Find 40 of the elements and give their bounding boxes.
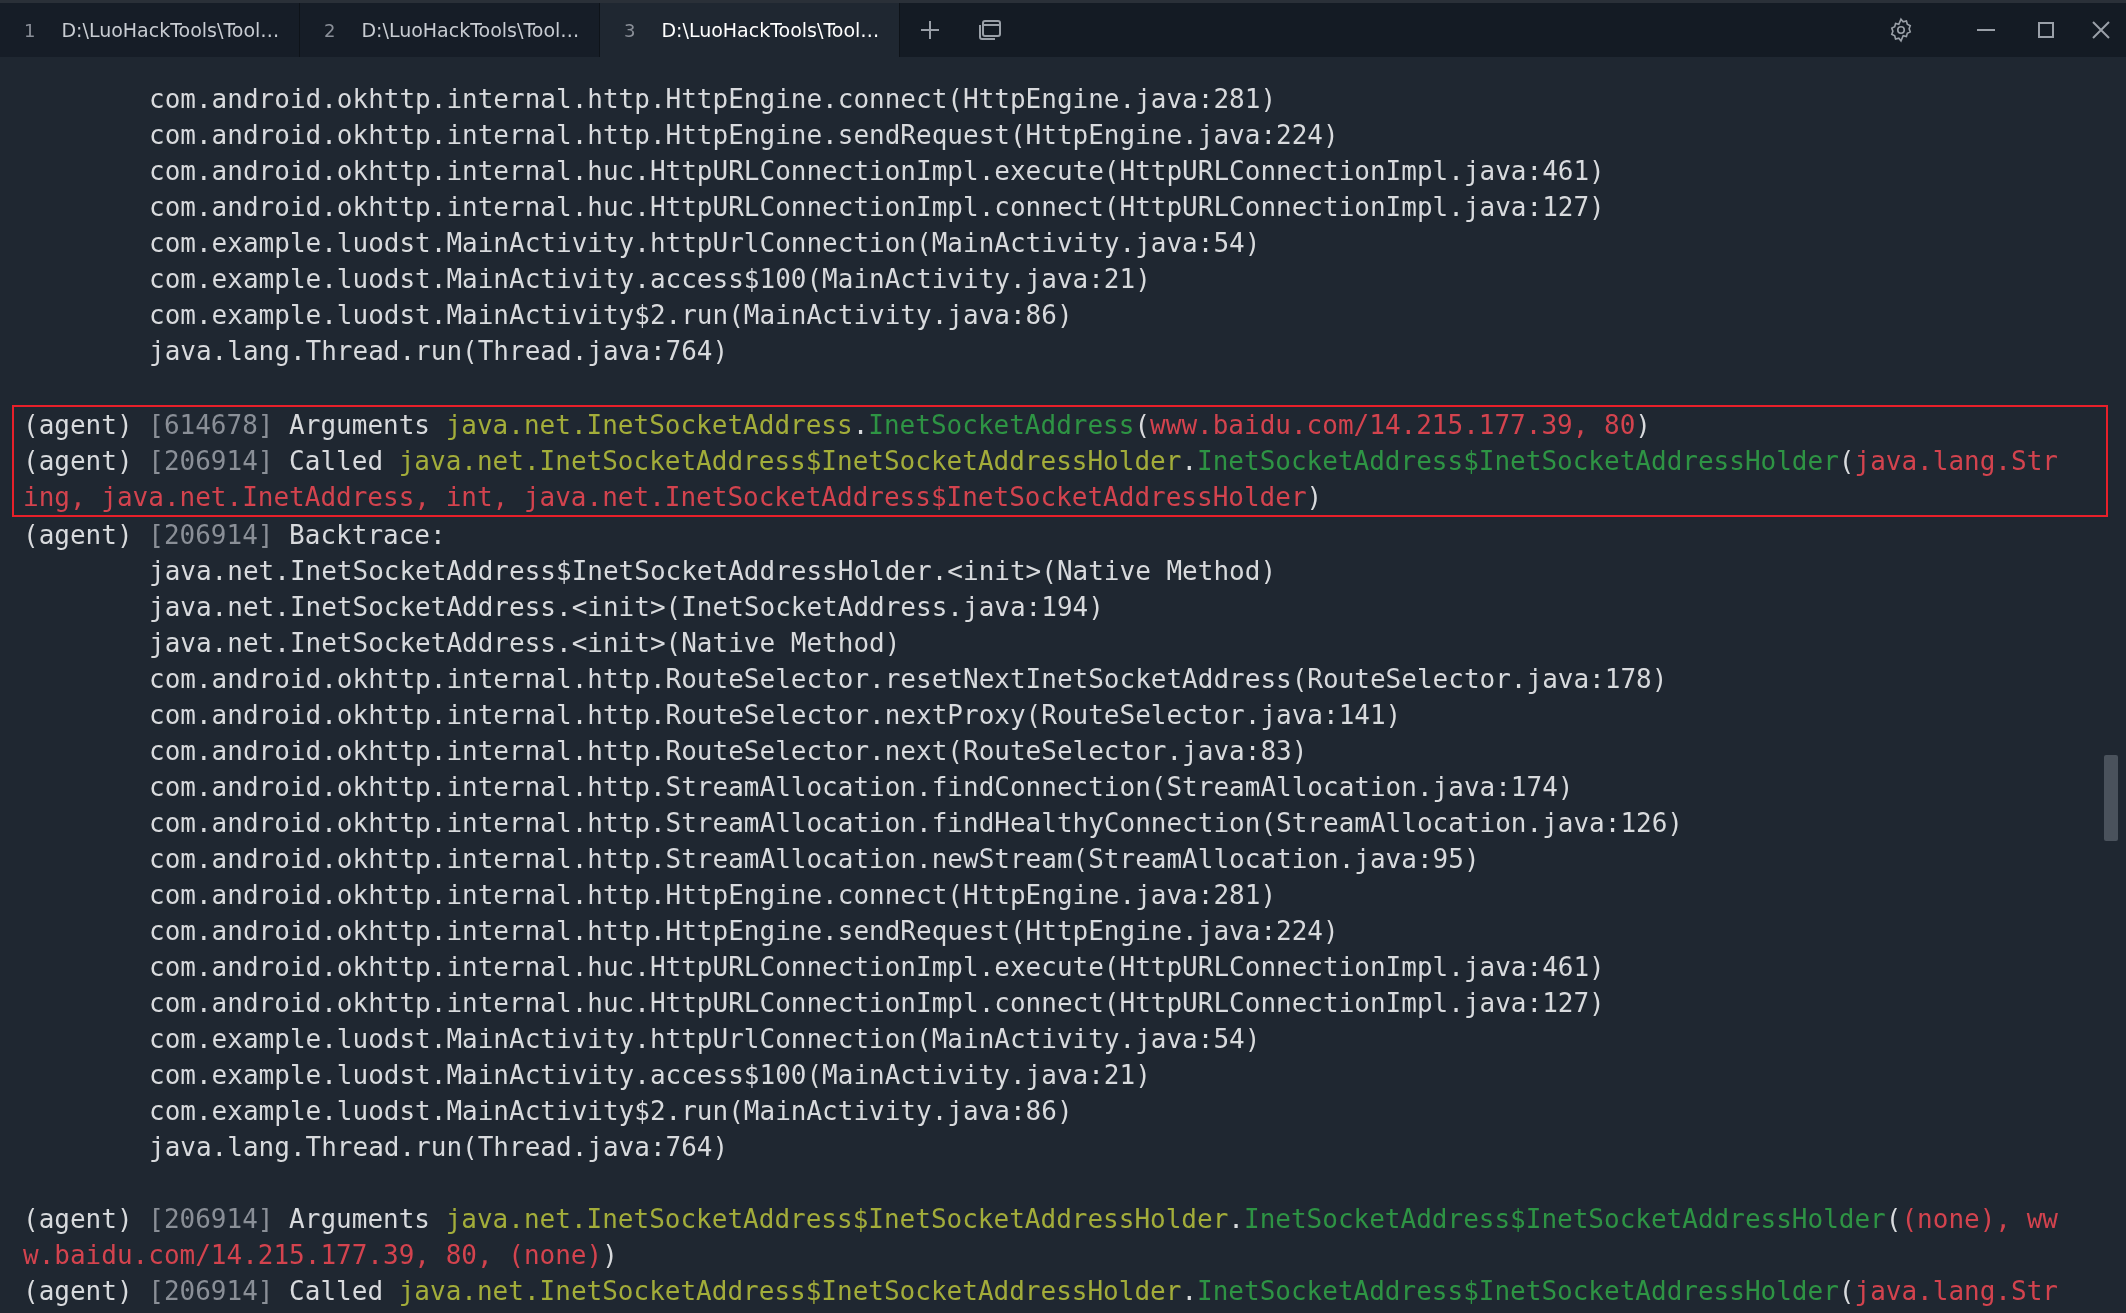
stack-trace-line: com.android.okhttp.internal.huc.HttpURLConnectionImpl.connect(HttpURLConnectionImpl.java:127)	[148, 987, 1606, 1020]
stack-trace-line: com.android.okhttp.internal.http.HttpEngine.connect(HttpEngine.java:281)	[148, 83, 1278, 116]
stack-trace-line: java.net.InetSocketAddress$InetSocketAddressHolder.<init>(Native Method)	[148, 555, 1278, 588]
settings-icon[interactable]	[1888, 17, 1914, 43]
stack-trace-line: com.android.okhttp.internal.huc.HttpURLConnectionImpl.execute(HttpURLConnectionImpl.java:461)	[148, 951, 1606, 984]
stack-trace-line: com.android.okhttp.internal.huc.HttpURLConnectionImpl.execute(HttpURLConnectionImpl.java:461)	[148, 155, 1606, 188]
stack-trace-line: com.android.okhttp.internal.http.HttpEngine.sendRequest(HttpEngine.java:224)	[148, 915, 1340, 948]
stack-trace-line: com.android.okhttp.internal.http.RouteSelector.next(RouteSelector.java:83)	[148, 735, 1309, 768]
log-line: w.baidu.com/14.215.177.39, 80, (none))	[23, 1239, 619, 1272]
log-line: (agent) [206914] Arguments java.net.InetSocketAddress$InetSocketAddressHolder.InetSocketAddress$InetSocketAddressHolder((none), ww	[23, 1203, 2059, 1236]
stack-trace-line: com.android.okhttp.internal.http.StreamAllocation.findConnection(StreamAllocation.java:174)	[148, 771, 1575, 804]
stack-trace-line: java.lang.Thread.run(Thread.java:764)	[148, 335, 730, 368]
close-icon[interactable]	[2092, 21, 2110, 39]
log-line: (agent) [614678] Arguments java.net.InetSocketAddress.InetSocketAddress(www.baidu.com/14.215.177.39, 80)	[23, 409, 1652, 442]
maximize-icon[interactable]	[2038, 22, 2054, 38]
stack-trace-line: com.android.okhttp.internal.http.StreamAllocation.newStream(StreamAllocation.java:95)	[148, 843, 1481, 876]
scrollbar-thumb[interactable]	[2104, 755, 2118, 841]
stack-trace-line: com.android.okhttp.internal.http.HttpEngine.sendRequest(HttpEngine.java:224)	[148, 119, 1340, 152]
terminal-tab[interactable]: 3 D:\LuoHackTools\Tool…	[600, 3, 900, 57]
log-line: (agent) [206914] Called java.net.InetSocketAddress$InetSocketAddressHolder.InetSocketAddress$InetSocketAddressHolder(java.lang.Str	[23, 445, 2059, 478]
plus-icon[interactable]	[919, 19, 941, 41]
stack-trace-line: com.android.okhttp.internal.http.StreamAllocation.findHealthyConnection(StreamAllocation.java:126)	[148, 807, 1685, 840]
stack-trace-line: com.android.okhttp.internal.http.RouteSelector.resetNextInetSocketAddress(RouteSelector.java:178)	[148, 663, 1669, 696]
stack-trace-line: com.example.luodst.MainActivity.access$100(MainActivity.java:21)	[148, 1059, 1152, 1092]
log-line: (agent) [206914] Called java.net.InetSocketAddress$InetSocketAddressHolder.InetSocketAddress$InetSocketAddressHolder(java.lang.Str	[23, 1275, 2059, 1308]
stack-trace-line: com.android.okhttp.internal.http.HttpEngine.connect(HttpEngine.java:281)	[148, 879, 1278, 912]
stack-trace-line: com.example.luodst.MainActivity.access$100(MainActivity.java:21)	[148, 263, 1152, 296]
stack-trace-line: java.net.InetSocketAddress.<init>(InetSocketAddress.java:194)	[148, 591, 1105, 624]
stack-trace-line: com.example.luodst.MainActivity$2.run(MainActivity.java:86)	[148, 299, 1074, 332]
stack-trace-line: com.example.luodst.MainActivity.httpUrlConnection(MainActivity.java:54)	[148, 227, 1262, 260]
log-line: (agent) [206914] Backtrace:	[23, 519, 447, 552]
stack-trace-line: com.example.luodst.MainActivity$2.run(MainActivity.java:86)	[148, 1095, 1074, 1128]
minimize-icon[interactable]	[1977, 28, 1995, 32]
stack-trace-line: com.example.luodst.MainActivity.httpUrlConnection(MainActivity.java:54)	[148, 1023, 1262, 1056]
stack-trace-line: com.android.okhttp.internal.huc.HttpURLConnectionImpl.connect(HttpURLConnectionImpl.java:127)	[148, 191, 1606, 224]
window-icon[interactable]	[978, 19, 1002, 41]
log-line: ing, java.net.InetAddress, int, java.net.InetSocketAddress$InetSocketAddressHolder)	[23, 481, 1324, 514]
stack-trace-line: java.lang.Thread.run(Thread.java:764)	[148, 1131, 730, 1164]
stack-trace-line: java.net.InetSocketAddress.<init>(Native Method)	[148, 627, 902, 660]
stack-trace-line: com.android.okhttp.internal.http.RouteSelector.nextProxy(RouteSelector.java:141)	[148, 699, 1403, 732]
